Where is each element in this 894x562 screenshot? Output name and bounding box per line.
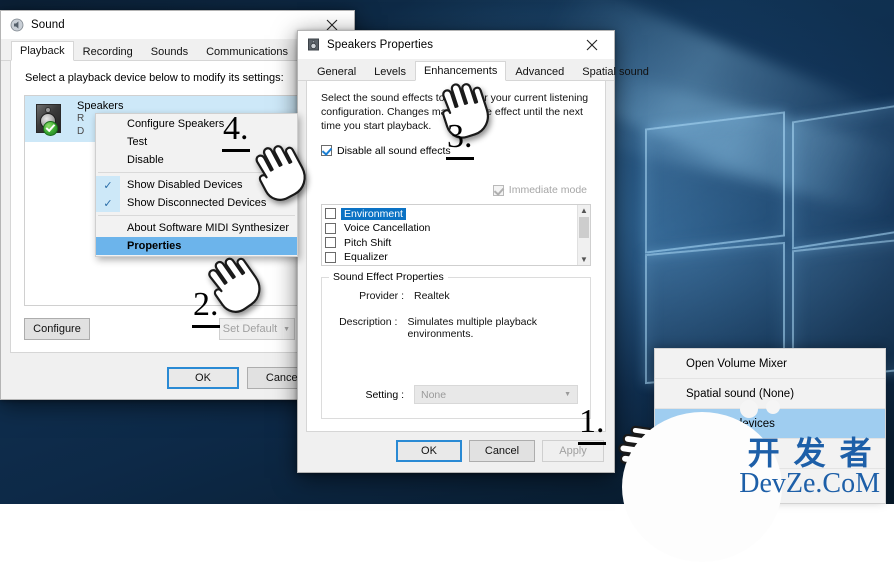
speaker-properties-icon <box>307 38 320 51</box>
properties-dialog-footer: OK Cancel Apply <box>396 440 604 462</box>
green-check-icon <box>43 121 58 136</box>
tab-levels[interactable]: Levels <box>365 62 415 81</box>
decorative-dot-2 <box>766 400 780 414</box>
disable-all-sound-effects-checkbox[interactable] <box>321 145 332 157</box>
setting-row[interactable]: Setting : None ▼ <box>322 385 578 404</box>
speakers-properties-dialog[interactable]: Speakers Properties General Levels Enhan… <box>297 30 649 473</box>
menu-item-disable[interactable]: Disable <box>96 151 297 169</box>
menu-item-properties[interactable]: Properties <box>96 237 297 255</box>
sound-dialog-title: Sound <box>31 18 65 31</box>
device-name: Speakers <box>77 100 124 113</box>
menu-separator-2 <box>98 215 295 216</box>
disable-all-sound-effects-label: Disable all sound effects <box>337 144 451 157</box>
menu-item-show-disabled-devices[interactable]: ✓ Show Disabled Devices <box>96 176 297 194</box>
sound-effects-items: Environment Voice Cancellation Pitch Shi… <box>322 205 577 265</box>
description-value: Simulates multiple playback environments… <box>407 316 537 340</box>
chevron-down-icon: ▼ <box>564 391 571 398</box>
scroll-down-icon[interactable]: ▼ <box>580 254 588 265</box>
properties-dialog-titlebar[interactable]: Speakers Properties <box>298 31 614 59</box>
menu-item-open-volume-mixer[interactable]: Open Volume Mixer <box>655 349 885 379</box>
provider-label: Provider : <box>359 290 404 302</box>
effect-checkbox[interactable] <box>325 208 336 219</box>
tab-playback[interactable]: Playback <box>11 41 74 61</box>
setting-dropdown[interactable]: None ▼ <box>414 385 578 404</box>
effect-row-pitch-shift[interactable]: Pitch Shift <box>325 236 577 249</box>
decorative-dot <box>740 400 758 418</box>
effect-label: Environment <box>341 207 406 220</box>
effect-row-voice-cancellation[interactable]: Voice Cancellation <box>325 222 577 235</box>
close-icon[interactable] <box>570 31 614 59</box>
sound-effect-properties-group: Sound Effect Properties Provider : Realt… <box>321 271 591 419</box>
wallpaper-light-beam-2 <box>595 74 894 216</box>
properties-tabstrip[interactable]: General Levels Enhancements Advanced Spa… <box>298 59 649 81</box>
immediate-mode-label: Immediate mode <box>508 184 587 196</box>
configure-button[interactable]: Configure <box>24 318 90 340</box>
tab-enhancements[interactable]: Enhancements <box>414 61 507 81</box>
properties-dialog-body: General Levels Enhancements Advanced Spa… <box>298 59 649 472</box>
enhancements-tab-panel: Select the sound effects to apply for yo… <box>306 81 606 432</box>
speaker-icon <box>10 18 24 32</box>
menu-item-show-disconnected-devices[interactable]: ✓ Show Disconnected Devices <box>96 194 297 212</box>
disable-all-sound-effects-row[interactable]: Disable all sound effects <box>321 145 605 157</box>
chevron-down-icon: ▼ <box>283 325 290 333</box>
tab-advanced[interactable]: Advanced <box>506 62 573 81</box>
check-icon: ✓ <box>96 194 120 212</box>
immediate-mode-row[interactable]: Immediate mode <box>492 184 587 196</box>
properties-ok-button[interactable]: OK <box>396 440 462 462</box>
sound-dialog-footer: OK Cancel <box>10 367 345 389</box>
tab-general[interactable]: General <box>308 62 365 81</box>
properties-apply-button[interactable]: Apply <box>542 440 604 462</box>
properties-cancel-button[interactable]: Cancel <box>469 440 535 462</box>
effect-label: Equalizer <box>344 251 388 263</box>
immediate-mode-checkbox[interactable] <box>492 184 504 196</box>
provider-row: Provider : Realtek <box>322 290 590 302</box>
tab-communications[interactable]: Communications <box>197 42 297 61</box>
menu-item-configure-speakers[interactable]: Configure Speakers <box>96 115 297 133</box>
description-label: Description : <box>339 316 398 328</box>
scrollbar-thumb[interactable] <box>579 217 589 238</box>
description-row: Description : Simulates multiple playbac… <box>322 316 590 340</box>
effect-row-equalizer[interactable]: Equalizer <box>325 251 577 264</box>
menu-item-label: Show Disconnected Devices <box>127 197 267 209</box>
setting-label: Setting : <box>365 388 404 401</box>
menu-item-about-software-midi-synthesizer[interactable]: About Software MIDI Synthesizer <box>96 219 297 237</box>
menu-separator-1 <box>98 172 295 173</box>
sound-ok-button[interactable]: OK <box>167 367 239 389</box>
playback-action-buttons: Configure Set Default ▼ Pro <box>24 318 331 340</box>
provider-value: Realtek <box>414 290 450 302</box>
tab-recording[interactable]: Recording <box>74 42 142 61</box>
effect-row-environment[interactable]: Environment <box>325 207 577 220</box>
watermark-backdrop <box>622 412 782 562</box>
effect-checkbox[interactable] <box>325 251 336 263</box>
effects-scrollbar[interactable]: ▲ ▼ <box>577 205 590 265</box>
check-icon: ✓ <box>96 176 120 194</box>
effect-label: Pitch Shift <box>344 236 392 249</box>
set-default-button[interactable]: Set Default ▼ <box>219 318 295 340</box>
effect-label: Voice Cancellation <box>344 222 431 234</box>
setting-value: None <box>421 388 447 401</box>
menu-item-label: Show Disabled Devices <box>127 179 243 191</box>
menu-item-test[interactable]: Test <box>96 133 297 151</box>
scroll-up-icon[interactable]: ▲ <box>580 205 588 216</box>
set-default-label: Set Default <box>222 323 278 335</box>
tab-spatial-sound[interactable]: Spatial sound <box>573 62 658 81</box>
group-title: Sound Effect Properties <box>329 271 448 283</box>
effect-checkbox[interactable] <box>325 237 336 248</box>
sound-effects-list[interactable]: Environment Voice Cancellation Pitch Shi… <box>321 204 591 266</box>
properties-dialog-title: Speakers Properties <box>327 38 434 51</box>
tab-sounds[interactable]: Sounds <box>142 42 197 61</box>
effect-checkbox[interactable] <box>325 222 336 234</box>
device-context-menu[interactable]: Configure Speakers Test Disable ✓ Show D… <box>95 113 298 257</box>
enhancements-description: Select the sound effects to apply for yo… <box>321 92 589 132</box>
speaker-device-icon <box>33 102 67 136</box>
